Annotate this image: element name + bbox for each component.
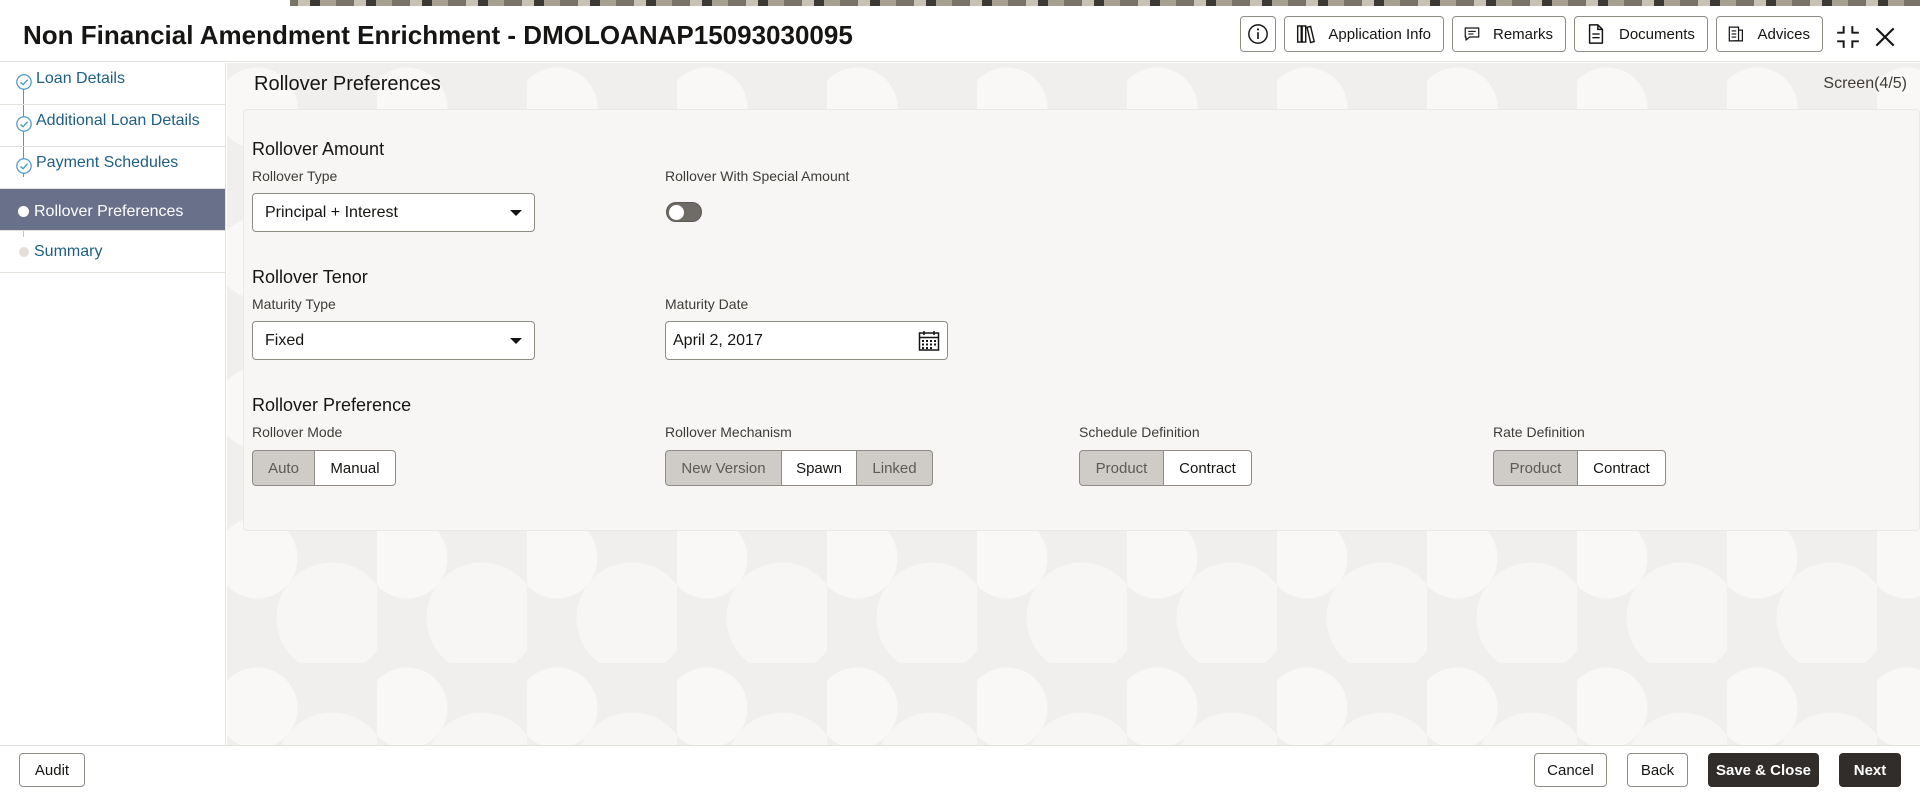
rollover-mechanism-buttonset: New Version Spawn Linked: [665, 450, 933, 486]
info-button[interactable]: [1240, 16, 1276, 52]
rate-definition-label: Rate Definition: [1493, 424, 1585, 440]
audit-button[interactable]: Audit: [19, 753, 85, 787]
train-stop-navigation: Loan Details Additional Loan Details Pay…: [0, 63, 226, 745]
schedule-definition-contract-button[interactable]: Contract: [1163, 450, 1252, 486]
rollover-mode-buttonset: Auto Manual: [252, 450, 396, 486]
rollover-mechanism-label: Rollover Mechanism: [665, 424, 792, 440]
rollover-amount-title: Rollover Amount: [252, 139, 385, 159]
application-info-button[interactable]: Application Info: [1284, 16, 1444, 52]
sidebar-item-payment-schedules[interactable]: Payment Schedules: [0, 147, 225, 189]
check-circle-icon: [16, 116, 32, 132]
documents-label: Documents: [1619, 25, 1695, 43]
comment-icon: [1464, 27, 1480, 41]
rollover-tenor-title: Rollover Tenor: [252, 267, 368, 287]
caret-down-icon: [510, 338, 522, 344]
rollover-mode-label: Rollover Mode: [252, 424, 343, 440]
check-circle-icon: [16, 158, 32, 174]
section-title: Rollover Preferences: [254, 73, 441, 95]
main-content: Rollover Preferences Screen(4/5) Rollove…: [227, 63, 1920, 745]
sidebar-item-label: Payment Schedules: [36, 154, 179, 171]
sidebar-item-label: Rollover Preferences: [34, 203, 184, 220]
fullscreen-icon[interactable]: [1835, 24, 1861, 50]
rollover-preferences-panel: Rollover Amount Rollover Type Principal …: [243, 109, 1920, 531]
maturity-type-select[interactable]: Fixed: [252, 321, 535, 360]
maturity-date-label: Maturity Date: [665, 296, 749, 312]
check-circle-icon: [16, 74, 32, 90]
maturity-date-input[interactable]: [667, 323, 907, 358]
rollover-mechanism-new-version-button[interactable]: New Version: [665, 450, 782, 486]
schedule-definition-buttonset: Product Contract: [1079, 450, 1252, 486]
sidebar-item-additional-loan-details[interactable]: Additional Loan Details: [0, 105, 225, 147]
application-info-label: Application Info: [1328, 25, 1431, 43]
switch-knob: [669, 205, 684, 220]
sidebar-item-summary[interactable]: Summary: [0, 231, 225, 273]
rollover-type-value: Principal + Interest: [265, 204, 398, 221]
page-footer: Audit Cancel Back Save & Close Next: [0, 745, 1920, 793]
back-button[interactable]: Back: [1627, 753, 1688, 787]
rollover-type-select[interactable]: Principal + Interest: [252, 193, 535, 232]
sidebar-item-loan-details[interactable]: Loan Details: [0, 63, 225, 105]
schedule-definition-product-button[interactable]: Product: [1079, 450, 1164, 486]
current-step-dot-icon: [18, 206, 29, 217]
rollover-mode-auto-button[interactable]: Auto: [252, 450, 315, 486]
sidebar-item-label: Loan Details: [36, 70, 125, 87]
document-icon: [1588, 24, 1604, 44]
close-icon[interactable]: [1872, 24, 1898, 50]
rollover-special-amount-label: Rollover With Special Amount: [665, 168, 850, 184]
advices-label: Advices: [1757, 25, 1810, 43]
advices-button[interactable]: Advices: [1716, 16, 1823, 52]
info-icon: [1248, 24, 1268, 44]
books-icon: [1296, 25, 1316, 44]
page-header: Non Financial Amendment Enrichment - DMO…: [0, 6, 1920, 62]
documents-button[interactable]: Documents: [1574, 16, 1708, 52]
rate-definition-buttonset: Product Contract: [1493, 450, 1666, 486]
next-button[interactable]: Next: [1839, 753, 1901, 787]
sidebar-item-label: Summary: [34, 243, 103, 260]
pending-step-dot-icon: [19, 247, 29, 257]
save-close-button[interactable]: Save & Close: [1708, 753, 1819, 787]
caret-down-icon: [510, 210, 522, 216]
rollover-type-label: Rollover Type: [252, 168, 338, 184]
rollover-mechanism-spawn-button[interactable]: Spawn: [781, 450, 857, 486]
maturity-date-field: [665, 321, 948, 360]
advice-document-icon: [1728, 26, 1744, 42]
schedule-definition-label: Schedule Definition: [1079, 424, 1200, 440]
rollover-mode-manual-button[interactable]: Manual: [314, 450, 396, 486]
remarks-button[interactable]: Remarks: [1452, 16, 1566, 52]
maturity-type-label: Maturity Type: [252, 296, 336, 312]
maturity-type-value: Fixed: [265, 332, 305, 349]
screen-indicator: Screen(4/5): [1823, 75, 1907, 92]
rollover-preference-title: Rollover Preference: [252, 395, 412, 415]
page-title: Non Financial Amendment Enrichment - DMO…: [23, 20, 853, 50]
rollover-special-amount-switch[interactable]: [666, 202, 702, 222]
sidebar-item-label: Additional Loan Details: [36, 112, 200, 129]
rate-definition-contract-button[interactable]: Contract: [1577, 450, 1666, 486]
calendar-icon[interactable]: [917, 329, 941, 353]
rollover-mechanism-linked-button[interactable]: Linked: [856, 450, 933, 486]
sidebar-item-rollover-preferences[interactable]: Rollover Preferences: [0, 189, 225, 231]
remarks-label: Remarks: [1492, 25, 1553, 43]
cancel-button[interactable]: Cancel: [1534, 753, 1607, 787]
rate-definition-product-button[interactable]: Product: [1493, 450, 1578, 486]
